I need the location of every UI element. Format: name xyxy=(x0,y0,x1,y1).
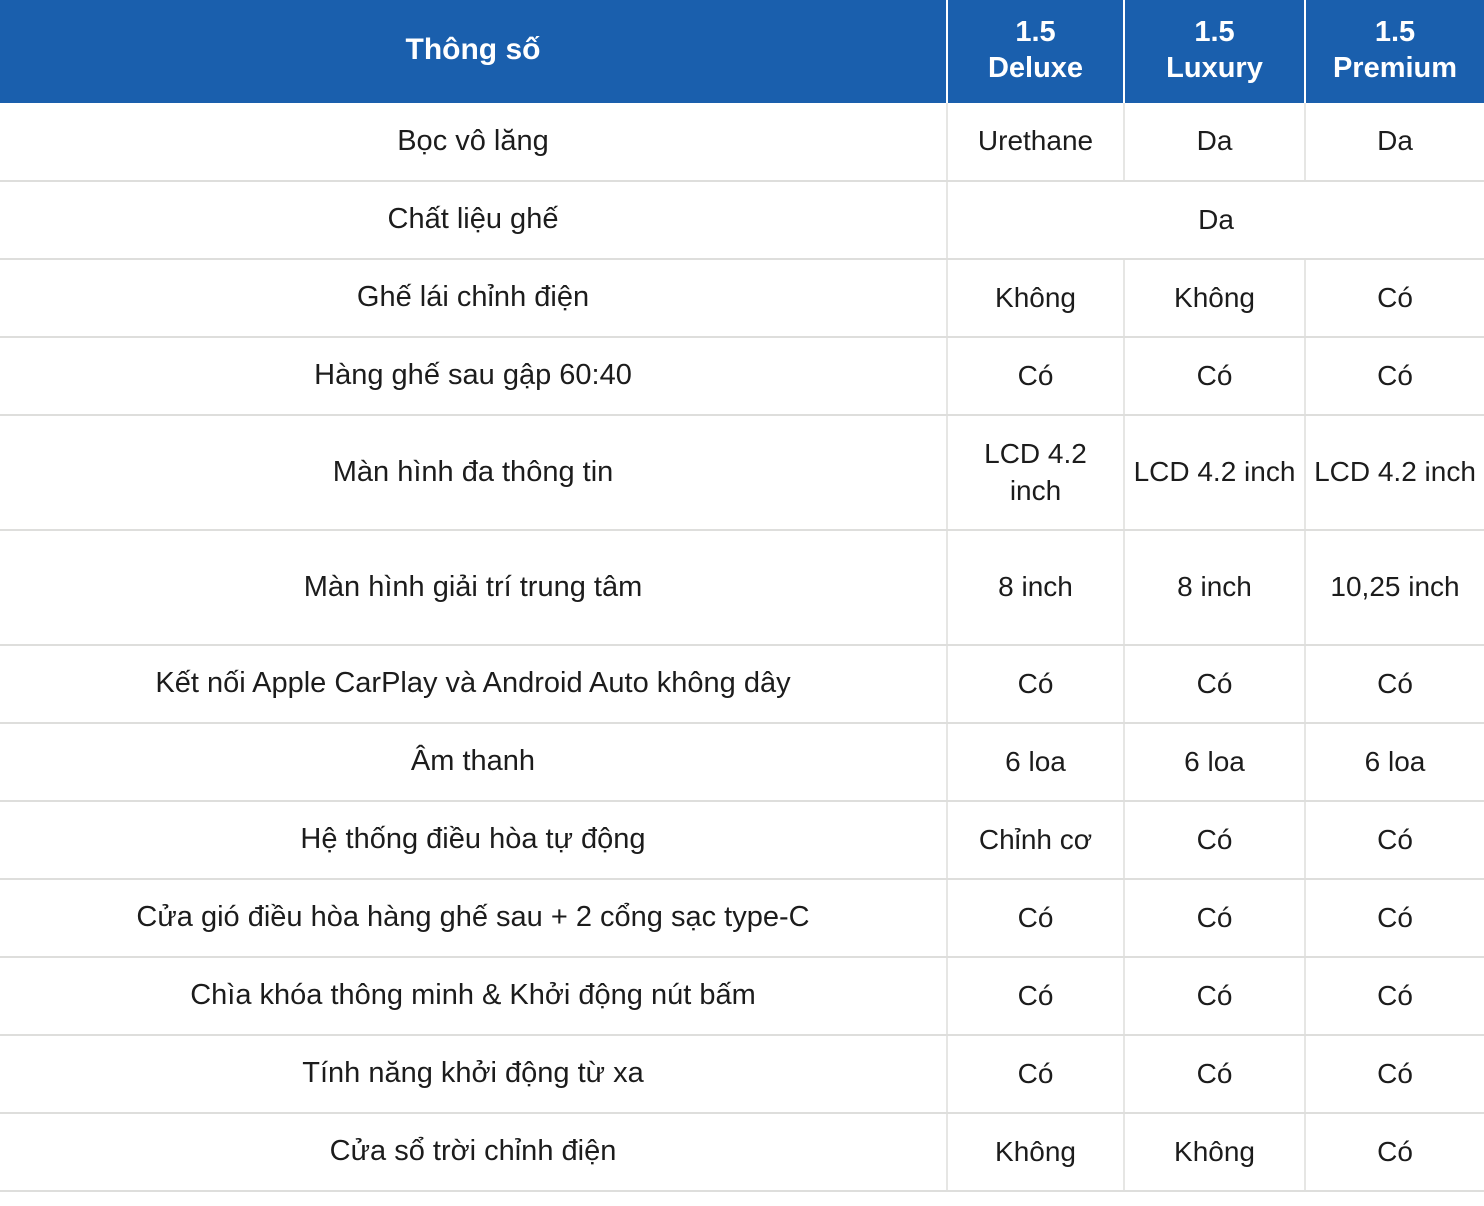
spec-value-cell-variant-2: Da xyxy=(1124,103,1306,182)
spec-value-cell-variant-3: Có xyxy=(1305,337,1484,416)
spec-value-cell-variant-1: Có xyxy=(947,337,1125,416)
spec-value-cell-variant-3: LCD 4.2 inch xyxy=(1305,415,1484,531)
spec-value-cell-variant-3: 10,25 inch xyxy=(1305,530,1484,646)
table-row: Màn hình giải trí trung tâm 8 inch 8 inch 1… xyxy=(0,530,1484,646)
table-row: Cửa gió điều hòa hàng ghế sau + 2 cổng s… xyxy=(0,879,1484,958)
table-row: Chìa khóa thông minh & Khởi động nút bấm… xyxy=(0,957,1484,1036)
spec-value-cell-variant-3: Có xyxy=(1305,645,1484,724)
spec-label-cell: Bọc vô lăng xyxy=(0,103,948,182)
spec-value-cell-variant-2: Không xyxy=(1124,259,1306,338)
spec-label-cell: Kết nối Apple CarPlay và Android Auto kh… xyxy=(0,645,948,724)
spec-value-cell-variant-2: Có xyxy=(1124,801,1306,880)
column-header-variant-3: 1.5 Premium xyxy=(1305,0,1484,103)
spec-value-cell-variant-1: Có xyxy=(947,879,1125,958)
table-row: Âm thanh 6 loa 6 loa 6 loa xyxy=(0,723,1484,802)
table-row: Hệ thống điều hòa tự động Chỉnh cơ Có Có xyxy=(0,801,1484,880)
spec-value-cell-variant-2: Có xyxy=(1124,337,1306,416)
spec-value-cell-variant-1: Urethane xyxy=(947,103,1125,182)
spec-value-cell-variant-1: Chỉnh cơ xyxy=(947,801,1125,880)
spec-label-cell: Âm thanh xyxy=(0,723,948,802)
spec-value-cell-variant-1: Có xyxy=(947,957,1125,1036)
variant-1-trim: Deluxe xyxy=(987,51,1084,84)
spec-label-cell: Hệ thống điều hòa tự động xyxy=(0,801,948,880)
column-header-spec-label: Thông số xyxy=(0,0,948,103)
table-row: Màn hình đa thông tin LCD 4.2 inch LCD 4.2… xyxy=(0,415,1484,531)
specification-comparison-table: Thông số 1.5 Deluxe 1.5 Luxury 1.5 Premi… xyxy=(0,0,1484,1192)
spec-value-cell-variant-2: Có xyxy=(1124,879,1306,958)
spec-value-cell-variant-3: Có xyxy=(1305,801,1484,880)
spec-value-cell-variant-1: LCD 4.2 inch xyxy=(947,415,1125,531)
spec-label-cell: Chất liệu ghế xyxy=(0,181,948,260)
spec-value-cell-variant-3: Da xyxy=(1305,103,1484,182)
spec-value-cell-variant-2: 8 inch xyxy=(1124,530,1306,646)
spec-value-cell-variant-1: 8 inch xyxy=(947,530,1125,646)
variant-1-engine: 1.5 xyxy=(1015,16,1056,49)
spec-label-cell: Hàng ghế sau gập 60:40 xyxy=(0,337,948,416)
table-body: Bọc vô lăng Urethane Da Da Chất liệu ghế Da Gh… xyxy=(0,103,1484,1192)
spec-value-cell-variant-1: Có xyxy=(947,645,1125,724)
spec-value-cell-variant-3: Có xyxy=(1305,1113,1484,1192)
variant-2-trim: Luxury xyxy=(1166,51,1263,84)
spec-value-cell-variant-3: Có xyxy=(1305,879,1484,958)
spec-label-cell: Cửa gió điều hòa hàng ghế sau + 2 cổng s… xyxy=(0,879,948,958)
spec-value-cell-variant-1: Có xyxy=(947,1035,1125,1114)
spec-value-cell-variant-3: Có xyxy=(1305,1035,1484,1114)
spec-value-cell-variant-2: 6 loa xyxy=(1124,723,1306,802)
variant-3-trim: Premium xyxy=(1332,51,1458,84)
spec-value-cell-merged: Da xyxy=(947,181,1484,260)
table-row: Ghế lái chỉnh điện Không Không Có xyxy=(0,259,1484,338)
spec-value-cell-variant-2: Có xyxy=(1124,1035,1306,1114)
column-header-variant-1: 1.5 Deluxe xyxy=(947,0,1125,103)
spec-value-cell-variant-2: Có xyxy=(1124,957,1306,1036)
spec-value-cell-variant-1: Không xyxy=(947,1113,1125,1192)
spec-value-cell-variant-2: LCD 4.2 inch xyxy=(1124,415,1306,531)
table-row: Cửa sổ trời chỉnh điện Không Không Có xyxy=(0,1113,1484,1192)
spec-value-cell-variant-3: 6 loa xyxy=(1305,723,1484,802)
spec-value-cell-variant-3: Có xyxy=(1305,957,1484,1036)
table-header-row: Thông số 1.5 Deluxe 1.5 Luxury 1.5 Premi… xyxy=(0,0,1484,103)
spec-value-cell-variant-2: Không xyxy=(1124,1113,1306,1192)
table-row: Tính năng khởi động từ xa Có Có Có xyxy=(0,1035,1484,1114)
table-row: Chất liệu ghế Da xyxy=(0,181,1484,260)
table-header: Thông số 1.5 Deluxe 1.5 Luxury 1.5 Premi… xyxy=(0,0,1484,103)
table-row: Hàng ghế sau gập 60:40 Có Có Có xyxy=(0,337,1484,416)
spec-label-cell: Màn hình giải trí trung tâm xyxy=(0,530,948,646)
variant-3-engine: 1.5 xyxy=(1374,16,1416,49)
spec-label-cell: Cửa sổ trời chỉnh điện xyxy=(0,1113,948,1192)
spec-label-cell: Ghế lái chỉnh điện xyxy=(0,259,948,338)
spec-value-cell-variant-1: Không xyxy=(947,259,1125,338)
column-header-variant-2: 1.5 Luxury xyxy=(1124,0,1306,103)
spec-value-cell-variant-1: 6 loa xyxy=(947,723,1125,802)
table-row: Bọc vô lăng Urethane Da Da xyxy=(0,103,1484,182)
spec-value-cell-variant-2: Có xyxy=(1124,645,1306,724)
table-row: Kết nối Apple CarPlay và Android Auto kh… xyxy=(0,645,1484,724)
spec-value-cell-variant-3: Có xyxy=(1305,259,1484,338)
spec-label-cell: Màn hình đa thông tin xyxy=(0,415,948,531)
variant-2-engine: 1.5 xyxy=(1194,16,1235,49)
spec-label-cell: Chìa khóa thông minh & Khởi động nút bấm xyxy=(0,957,948,1036)
spec-label-cell: Tính năng khởi động từ xa xyxy=(0,1035,948,1114)
